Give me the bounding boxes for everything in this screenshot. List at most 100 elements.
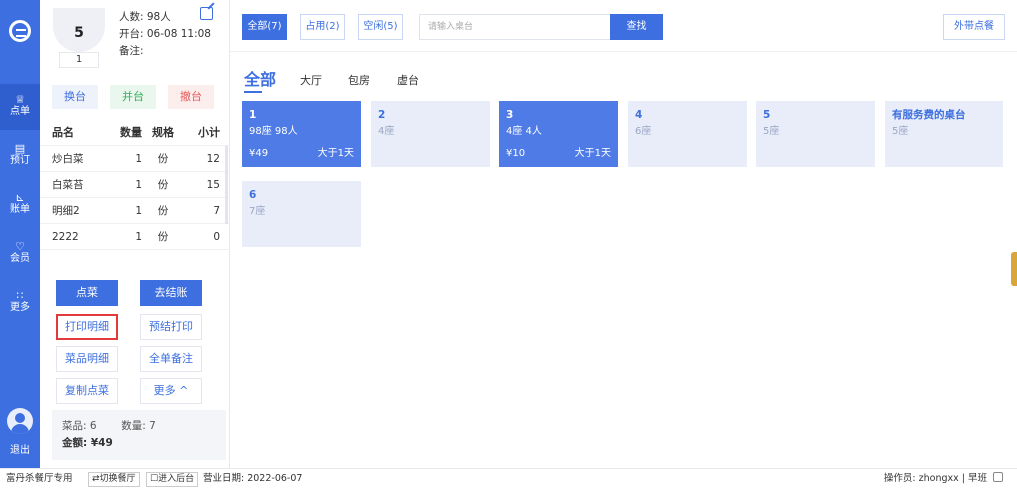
table-seats: 98座 98人 — [249, 126, 298, 137]
fullscreen-icon[interactable] — [993, 472, 1003, 482]
table-name: 5 — [763, 109, 771, 121]
item-unit: 份 — [157, 231, 169, 243]
table-name: 2 — [378, 109, 386, 121]
menu-icon: ♕ — [15, 93, 25, 106]
active-tab-indicator — [244, 91, 262, 93]
member-icon: ♡ — [15, 240, 25, 253]
table-card-3[interactable]: 3 4座 4人 ¥10 大于1天 — [499, 101, 618, 167]
merge-table-button[interactable]: 并台 — [110, 85, 156, 109]
cancel-table-button[interactable]: 撤台 — [168, 85, 214, 109]
column-header: 规格 — [152, 125, 174, 139]
edit-icon[interactable] — [200, 7, 213, 20]
area-tab-private-room[interactable]: 包房 — [348, 72, 370, 88]
table-header: 品名 数量 规格 小计 — [40, 118, 230, 146]
pre-checkout-print-button[interactable]: 预结打印 — [140, 314, 202, 340]
table-name: 1 — [249, 109, 257, 121]
checkout-button[interactable]: 去结账 — [140, 280, 202, 306]
table-card-4[interactable]: 4 6座 — [628, 101, 747, 167]
table-card-6[interactable]: 6 7座 — [242, 181, 361, 247]
takeout-order-button[interactable]: 外带点餐 — [943, 14, 1005, 40]
table-seats: 5座 — [892, 126, 909, 137]
side-drawer-handle[interactable] — [1011, 252, 1017, 286]
item-qty: 1 — [135, 152, 142, 165]
order-panel: 5 1 人数: 98人 开台: 06-08 11:08 备注: 换台 并台 撤台… — [40, 0, 230, 468]
table-seats: 7座 — [249, 206, 266, 217]
nav-label: 预订 — [10, 155, 30, 166]
table-card-2[interactable]: 2 4座 — [371, 101, 490, 167]
table-card-service-fee[interactable]: 有服务费的桌台 5座 — [885, 101, 1003, 167]
copy-dish-button[interactable]: 复制点菜 — [56, 378, 118, 404]
table-price: ¥10 — [506, 148, 526, 159]
item-unit: 份 — [157, 205, 169, 217]
table-row[interactable]: 白菜苔 1 份 15 — [40, 172, 230, 198]
nav-item-order[interactable]: ♕ 点单 — [0, 84, 40, 130]
item-qty: 1 — [135, 230, 142, 243]
item-subtotal: 12 — [206, 152, 220, 165]
operator-label: 操作员: zhongxx | 早班 — [883, 473, 987, 484]
operator-info: 操作员: zhongxx | 早班 — [884, 469, 1003, 489]
area-tab-hall[interactable]: 大厅 — [300, 72, 322, 88]
order-remark-button[interactable]: 全单备注 — [140, 346, 202, 372]
table-number: 5 — [53, 8, 105, 52]
table-price: ¥49 — [249, 148, 269, 159]
search-input[interactable]: 请输入桌台 — [419, 14, 610, 40]
store-name: 富丹杀餐厅专用 — [6, 473, 73, 484]
more-icon: ∷ — [16, 289, 24, 302]
bill-icon: ⊾ — [15, 191, 25, 204]
order-summary: 菜品: 6 数量: 7 金额: ¥49 — [52, 410, 226, 460]
filter-tab-free[interactable]: 空闲(5) — [358, 14, 403, 40]
logout-button[interactable]: 退出 — [0, 441, 40, 456]
nav-label: 点单 — [10, 106, 30, 117]
table-name: 6 — [249, 189, 257, 201]
table-seats: 4座 — [378, 126, 395, 137]
table-badge: 5 1 — [53, 8, 105, 68]
order-dish-button[interactable]: 点菜 — [56, 280, 118, 306]
open-time: 开台: 06-08 11:08 — [119, 28, 211, 40]
item-subtotal: 7 — [213, 204, 220, 217]
people-count: 人数: 98人 — [119, 11, 171, 23]
table-row[interactable]: 炒白菜 1 份 12 — [40, 146, 230, 172]
scrollbar[interactable] — [225, 146, 228, 224]
table-seats: 4座 4人 — [506, 126, 542, 137]
table-card-1[interactable]: 1 98座 98人 ¥49 大于1天 — [242, 101, 361, 167]
item-qty: 1 — [135, 178, 142, 191]
avatar[interactable] — [7, 408, 33, 434]
nav-item-more[interactable]: ∷ 更多 — [0, 280, 40, 326]
dish-detail-button[interactable]: 菜品明细 — [56, 346, 118, 372]
change-table-button[interactable]: 换台 — [52, 85, 98, 109]
area-tab-all[interactable]: 全部 — [244, 66, 276, 90]
print-detail-button[interactable]: 打印明细 — [56, 314, 118, 340]
switch-restaurant-button[interactable]: ⇄切换餐厅 — [88, 472, 140, 487]
nav-label: 更多 — [10, 302, 30, 313]
table-sub-number: 1 — [59, 52, 99, 68]
column-header: 数量 — [120, 125, 142, 139]
reserve-icon: ▤ — [14, 142, 26, 155]
item-subtotal: 15 — [206, 178, 220, 191]
filter-tab-all[interactable]: 全部(7) — [242, 14, 287, 40]
search-button[interactable]: 查找 — [610, 14, 663, 40]
order-items-table: 品名 数量 规格 小计 炒白菜 1 份 12 白菜苔 1 份 15 明细2 1 … — [40, 118, 230, 250]
table-row[interactable]: 2222 1 份 0 — [40, 224, 230, 250]
table-card-5[interactable]: 5 5座 — [756, 101, 875, 167]
table-name: 4 — [635, 109, 643, 121]
total-amount: 金额: ¥49 — [62, 437, 113, 449]
filter-tab-occupied[interactable]: 占用(2) — [300, 14, 345, 40]
table-duration: 大于1天 — [574, 148, 611, 159]
nav-item-reserve[interactable]: ▤ 预订 — [0, 133, 40, 179]
item-unit: 份 — [157, 179, 169, 191]
item-name: 2222 — [52, 230, 79, 243]
left-nav: ♕ 点单 ▤ 预订 ⊾ 账单 ♡ 会员 ∷ 更多 退出 — [0, 0, 40, 468]
table-map-area: 全部(7) 占用(2) 空闲(5) 请输入桌台 查找 外带点餐 全部 大厅 包房… — [230, 0, 1017, 468]
table-name: 有服务费的桌台 — [892, 109, 966, 121]
filter-bar: 全部(7) 占用(2) 空闲(5) 请输入桌台 查找 外带点餐 — [230, 0, 1017, 52]
column-header: 小计 — [198, 125, 220, 139]
table-row[interactable]: 明细2 1 份 7 — [40, 198, 230, 224]
area-tab-virtual[interactable]: 虚台 — [397, 72, 419, 88]
nav-item-member[interactable]: ♡ 会员 — [0, 231, 40, 277]
table-seats: 5座 — [763, 126, 780, 137]
more-actions-button[interactable]: 更多 ^ — [140, 378, 202, 404]
nav-label: 会员 — [10, 253, 30, 264]
enter-backend-button[interactable]: ☐进入后台 — [146, 472, 199, 487]
item-name: 白菜苔 — [52, 179, 84, 191]
nav-item-bill[interactable]: ⊾ 账单 — [0, 182, 40, 228]
